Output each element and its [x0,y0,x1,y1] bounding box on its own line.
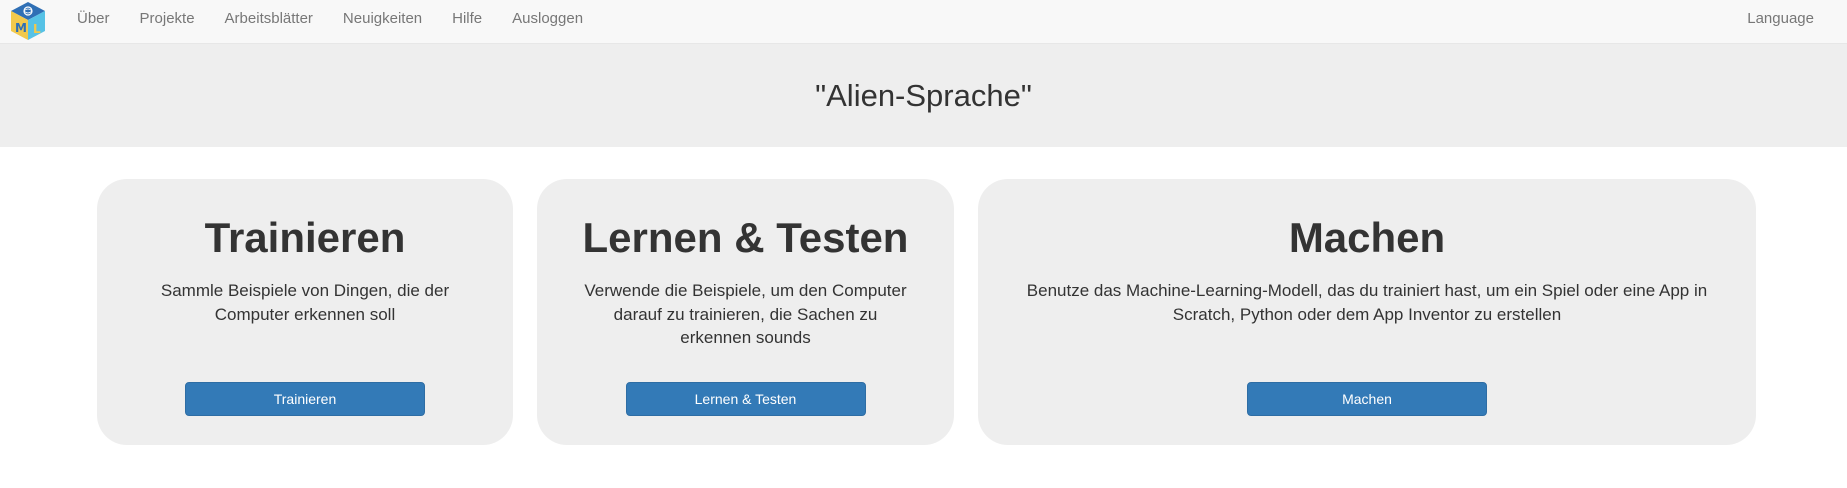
nav-links: Über Projekte Arbeitsblätter Neuigkeiten… [62,0,598,37]
project-header: "Alien-Sprache" [0,44,1847,147]
card-learn-test-title: Lernen & Testen [582,214,909,261]
card-make-title: Machen [1288,214,1446,261]
card-train-title: Trainieren [204,214,406,261]
learn-test-button[interactable]: Lernen & Testen [625,382,866,416]
card-make-description: Benutze das Machine-Learning-Modell, das… [1026,281,1708,324]
card-learn-test-description: Verwende die Beispiele, um den Computer … [584,281,907,347]
nav-link-hilfe[interactable]: Hilfe [437,10,497,27]
nav-right: Language [1732,0,1847,37]
make-button[interactable]: Machen [1247,382,1487,416]
nav-link-arbeitsblaetter[interactable]: Arbeitsblätter [210,10,328,27]
nav-link-uber[interactable]: Über [62,10,125,27]
card-train: Trainieren Sammle Beispiele von Dingen, … [97,179,513,445]
nav-link-projekte[interactable]: Projekte [125,10,210,27]
card-make: Machen Benutze das Machine-Learning-Mode… [978,179,1756,445]
nav-link-ausloggen[interactable]: Ausloggen [497,10,598,27]
nav-link-neuigkeiten[interactable]: Neuigkeiten [328,10,437,27]
language-menu[interactable]: Language [1732,10,1829,27]
navbar: M L Über Projekte Arbeitsblätter Neuigke… [0,0,1847,44]
svg-text:L: L [33,22,41,36]
svg-text:M: M [15,21,27,35]
ml-cube-logo-icon[interactable]: M L [8,1,48,41]
card-learn-test: Lernen & Testen Verwende die Beispiele, … [537,179,954,445]
card-train-description: Sammle Beispiele von Dingen, die der Com… [160,281,450,324]
page-title: "Alien-Sprache" [815,77,1032,113]
train-button[interactable]: Trainieren [185,382,425,416]
